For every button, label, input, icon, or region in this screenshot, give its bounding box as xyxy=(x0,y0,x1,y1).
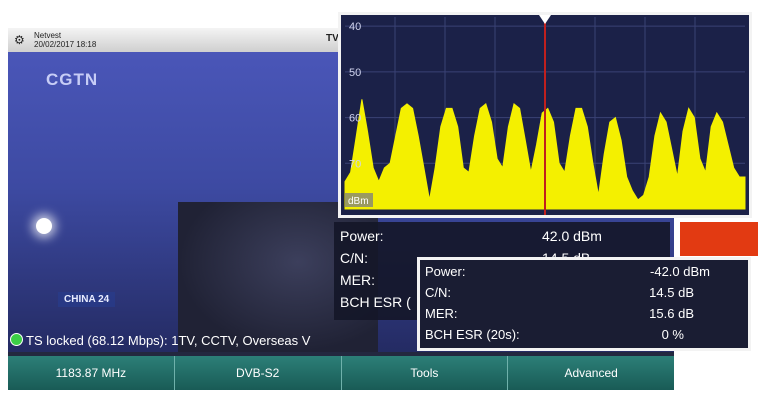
spectrum-ytick-label: 50 xyxy=(349,67,361,79)
frequency-button[interactable]: 1183.87 MHz xyxy=(8,356,175,390)
spectrum-chart: 40 50 60 70 dBm xyxy=(344,15,746,215)
spectrum-panel[interactable]: 40 50 60 70 dBm xyxy=(338,12,752,218)
back-bch-label: BCH ESR ( xyxy=(340,294,411,310)
spectrum-ytick-label: 70 xyxy=(349,158,361,170)
device-name: Netvest xyxy=(34,31,62,40)
advanced-button[interactable]: Advanced xyxy=(508,356,674,390)
cn-label: C/N: xyxy=(425,285,451,300)
mer-label: MER: xyxy=(425,306,458,321)
mode-label: TV xyxy=(326,33,339,44)
frequency-marker-icon[interactable] xyxy=(539,15,551,24)
channel-logo: CGTN xyxy=(46,70,99,89)
bch-esr-value: 0 % xyxy=(661,327,684,342)
back-mer-label: MER: xyxy=(340,272,375,288)
device-datetime: 20/02/2017 18:18 xyxy=(34,40,97,49)
device-icon: ⚙ xyxy=(14,33,25,47)
channel-caption: CHINA 24 xyxy=(58,292,116,307)
ts-status-line: TS locked (68.12 Mbps): 1TV, CCTV, Overs… xyxy=(10,330,430,352)
spectrum-ytick-label: 40 xyxy=(349,21,361,33)
cn-value: 14.5 dB xyxy=(649,285,694,300)
mer-value: 15.6 dB xyxy=(649,306,694,321)
back-cn-label: C/N: xyxy=(340,250,368,266)
bch-esr-label: BCH ESR (20s): xyxy=(425,327,520,342)
standard-button[interactable]: DVB-S2 xyxy=(174,356,342,390)
measurement-panel-front[interactable]: Power: -42.0 dBm C/N: 14.5 dB MER: 15.6 … xyxy=(417,257,751,351)
alert-strip xyxy=(680,222,758,256)
ts-status-text: TS locked (68.12 Mbps): 1TV, CCTV, Overs… xyxy=(26,333,311,348)
spectrum-unit-label: dBm xyxy=(348,196,369,207)
footer-toolbar: 1183.87 MHz DVB-S2 Tools Advanced xyxy=(8,356,674,390)
power-value: -42.0 dBm xyxy=(650,264,710,279)
back-power-label: Power: xyxy=(340,228,384,244)
power-label: Power: xyxy=(425,264,466,279)
spectrum-ytick-label: 60 xyxy=(349,113,361,125)
device-info: Netvest 20/02/2017 18:18 xyxy=(34,31,96,49)
lock-status-icon xyxy=(10,333,23,346)
back-power-value: 42.0 dBm xyxy=(542,228,602,244)
tools-button[interactable]: Tools xyxy=(341,356,509,390)
studio-light xyxy=(36,218,52,234)
